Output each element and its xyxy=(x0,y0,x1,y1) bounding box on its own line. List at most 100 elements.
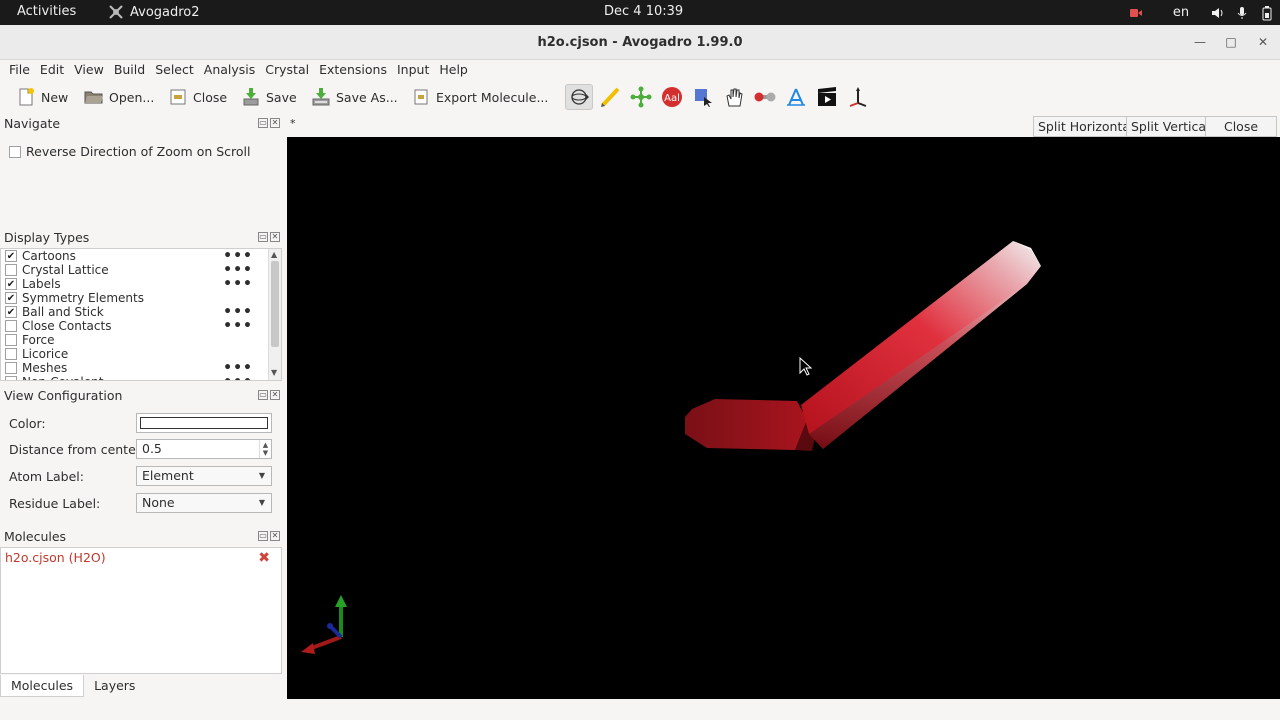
float-dock-icon[interactable]: ▭ xyxy=(258,232,268,242)
select-tool[interactable] xyxy=(689,84,717,110)
display-type-row[interactable]: ✔ Symmetry Elements xyxy=(5,291,267,305)
animation-tool[interactable] xyxy=(813,84,841,110)
display-types-dock-title: Display Types xyxy=(4,230,90,245)
display-type-checkbox[interactable] xyxy=(5,376,17,380)
screen-record-icon[interactable] xyxy=(1116,0,1156,25)
distance-spinbox[interactable]: 0.5 ▲ ▼ xyxy=(136,439,272,459)
close-view-button[interactable]: Close xyxy=(1205,116,1277,137)
molecule-viewport[interactable] xyxy=(287,137,1280,699)
save-as-button[interactable]: Save As... xyxy=(311,85,398,109)
manipulate-tool[interactable] xyxy=(720,84,748,110)
display-type-checkbox[interactable] xyxy=(5,362,17,374)
split-vertical-button[interactable]: Split Vertical xyxy=(1126,116,1215,137)
settings-more-icon[interactable]: ••• xyxy=(223,319,253,333)
spin-up-icon[interactable]: ▲ xyxy=(263,441,268,449)
display-type-row[interactable]: Licorice xyxy=(5,347,267,361)
clock[interactable]: Dec 4 10:39 xyxy=(604,4,683,19)
display-type-row[interactable]: Force xyxy=(5,333,267,347)
tab-molecules[interactable]: Molecules xyxy=(0,675,85,697)
app-menu[interactable]: Avogadro2 xyxy=(108,4,200,20)
scrollbar-thumb[interactable] xyxy=(271,261,279,347)
minimize-icon[interactable]: — xyxy=(1192,34,1208,50)
reverse-zoom-option[interactable]: Reverse Direction of Zoom on Scroll xyxy=(9,144,251,159)
display-type-row[interactable]: ✔ Cartoons ••• xyxy=(5,249,267,263)
display-type-row[interactable]: ✔ Labels ••• xyxy=(5,277,267,291)
atom-label-combo[interactable]: Element ▼ xyxy=(136,466,272,486)
display-types-scrollbar[interactable]: ▲ ▼ xyxy=(268,249,281,380)
close-dock-icon[interactable]: ✕ xyxy=(270,118,280,128)
settings-more-icon[interactable]: ••• xyxy=(223,263,253,277)
modified-marker[interactable]: * xyxy=(290,117,296,130)
menu-crystal[interactable]: Crystal xyxy=(260,60,314,80)
settings-more-icon[interactable]: ••• xyxy=(223,361,253,375)
menu-build[interactable]: Build xyxy=(109,60,150,80)
navigate-tool[interactable] xyxy=(565,84,593,110)
display-type-checkbox[interactable]: ✔ xyxy=(5,306,17,318)
float-dock-icon[interactable]: ▭ xyxy=(258,390,268,400)
settings-more-icon[interactable]: ••• xyxy=(223,305,253,319)
reverse-zoom-checkbox[interactable] xyxy=(9,145,21,158)
display-type-checkbox[interactable]: ✔ xyxy=(5,278,17,290)
menu-help[interactable]: Help xyxy=(434,60,473,80)
power-icon[interactable] xyxy=(1254,0,1280,25)
close-dock-icon[interactable]: ✕ xyxy=(270,390,280,400)
settings-more-icon[interactable]: ••• xyxy=(223,375,253,380)
scroll-down-icon[interactable]: ▼ xyxy=(271,368,277,377)
measure-tool[interactable] xyxy=(782,84,810,110)
menu-input[interactable]: Input xyxy=(392,60,434,80)
bond-centric-tool[interactable] xyxy=(751,84,779,110)
display-type-row[interactable]: Crystal Lattice ••• xyxy=(5,263,267,277)
color-picker-button[interactable] xyxy=(136,413,272,433)
residue-label-combo[interactable]: None ▼ xyxy=(136,493,272,513)
new-file-icon xyxy=(19,88,34,106)
svg-text:Aal: Aal xyxy=(664,93,680,104)
export-icon xyxy=(414,89,428,105)
molecule-item[interactable]: h2o.cjson (H2O) xyxy=(5,550,106,565)
menu-select[interactable]: Select xyxy=(150,60,199,80)
maximize-icon[interactable]: □ xyxy=(1223,34,1239,50)
menu-view[interactable]: View xyxy=(69,60,109,80)
molecule-render[interactable] xyxy=(287,137,1280,699)
scroll-up-icon[interactable]: ▲ xyxy=(271,250,277,259)
close-dock-icon[interactable]: ✕ xyxy=(270,531,280,541)
display-type-checkbox[interactable] xyxy=(5,264,17,276)
display-type-checkbox[interactable] xyxy=(5,320,17,332)
display-type-row[interactable]: Non-Covalent ••• xyxy=(5,375,267,380)
new-button[interactable]: New xyxy=(16,85,68,109)
save-button[interactable]: Save xyxy=(241,85,297,109)
open-button[interactable]: Open... xyxy=(84,85,154,109)
tab-layers[interactable]: Layers xyxy=(84,675,145,697)
display-type-checkbox[interactable]: ✔ xyxy=(5,250,17,262)
activities-button[interactable]: Activities xyxy=(17,4,76,19)
spin-down-icon[interactable]: ▼ xyxy=(263,449,268,457)
label-tool[interactable]: Aal xyxy=(658,84,686,110)
menu-file[interactable]: File xyxy=(4,60,35,80)
split-horizontal-button[interactable]: Split Horizontal xyxy=(1033,116,1139,137)
volume-icon[interactable] xyxy=(1206,0,1230,25)
float-dock-icon[interactable]: ▭ xyxy=(258,118,268,128)
export-molecule-button[interactable]: Export Molecule... xyxy=(411,85,548,109)
microphone-icon[interactable] xyxy=(1230,0,1254,25)
export-label: Export Molecule... xyxy=(436,89,549,105)
close-button[interactable]: Close xyxy=(168,85,227,109)
menu-edit[interactable]: Edit xyxy=(35,60,69,80)
settings-more-icon[interactable]: ••• xyxy=(223,277,253,291)
language-indicator[interactable]: en xyxy=(1156,0,1206,25)
close-dock-icon[interactable]: ✕ xyxy=(270,232,280,242)
template-tool[interactable] xyxy=(627,84,655,110)
settings-more-icon[interactable]: ••• xyxy=(223,249,253,263)
draw-tool[interactable] xyxy=(596,84,624,110)
display-type-row[interactable]: Close Contacts ••• xyxy=(5,319,267,333)
display-type-checkbox[interactable] xyxy=(5,334,17,346)
menu-analysis[interactable]: Analysis xyxy=(199,60,261,80)
float-dock-icon[interactable]: ▭ xyxy=(258,531,268,541)
display-type-row[interactable]: Meshes ••• xyxy=(5,361,267,375)
animation-icon xyxy=(818,87,836,106)
close-window-icon[interactable]: ✕ xyxy=(1255,34,1271,50)
delete-molecule-icon[interactable]: ✖ xyxy=(258,550,270,566)
display-type-row[interactable]: ✔ Ball and Stick ••• xyxy=(5,305,267,319)
menu-extensions[interactable]: Extensions xyxy=(314,60,392,80)
align-tool[interactable] xyxy=(844,84,872,110)
display-type-checkbox[interactable]: ✔ xyxy=(5,292,17,304)
display-type-checkbox[interactable] xyxy=(5,348,17,360)
